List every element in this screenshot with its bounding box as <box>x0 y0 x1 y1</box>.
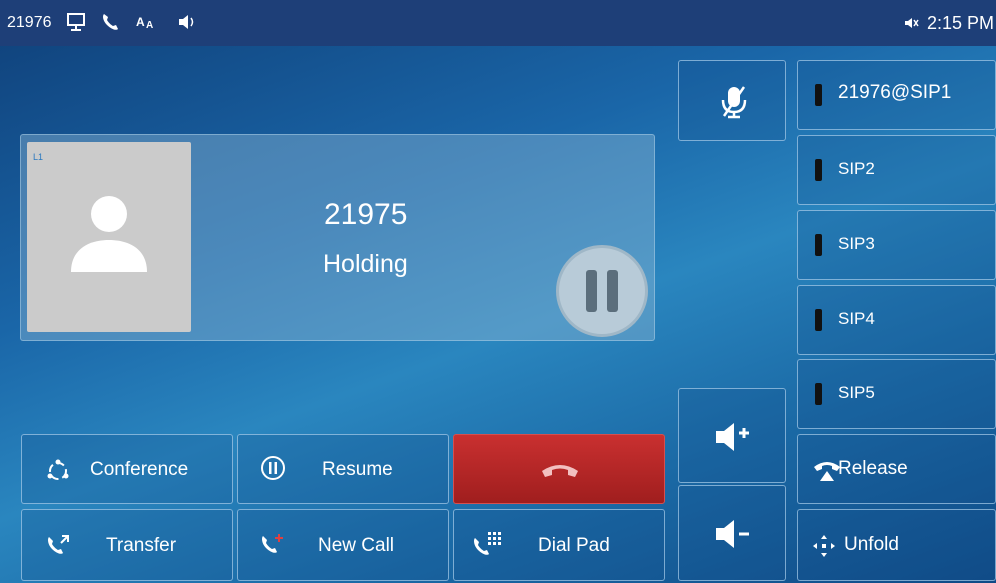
unfold-label: Unfold <box>844 534 899 555</box>
caller-card: L1 21975 Holding <box>20 134 655 341</box>
end-call-button[interactable] <box>453 434 665 504</box>
transfer-button[interactable]: Transfer <box>21 509 233 581</box>
monitor-icon <box>67 13 85 31</box>
extension-label: 21976 <box>7 14 52 31</box>
resume-label: Resume <box>322 459 393 480</box>
hold-button[interactable] <box>556 245 648 337</box>
dial-pad-button[interactable]: Dial Pad <box>453 509 665 581</box>
avatar: L1 <box>27 142 191 332</box>
volume-up-icon <box>716 423 749 451</box>
dial-pad-icon <box>474 532 501 555</box>
line-status-bar <box>815 84 822 106</box>
line-label: 21976@SIP1 <box>838 82 952 103</box>
line-button-sip3[interactable]: SIP3 <box>797 210 996 280</box>
move-icon <box>813 535 835 557</box>
conference-label: Conference <box>90 459 189 480</box>
line-status-bar <box>815 159 822 181</box>
clock: 2:15 PM <box>926 13 994 33</box>
volume-up-button[interactable] <box>678 388 786 483</box>
pause-icon <box>586 270 618 312</box>
speaker-icon <box>179 15 194 29</box>
line-label: SIP3 <box>838 234 875 253</box>
hang-up-icon <box>542 465 578 477</box>
mute-icon <box>905 18 919 28</box>
line-status-bar <box>815 383 822 405</box>
new-call-icon <box>262 534 283 553</box>
line-label: SIP5 <box>838 383 875 402</box>
phone-icon <box>103 14 118 30</box>
conference-button[interactable]: Conference <box>21 434 233 504</box>
line-label: SIP2 <box>838 159 875 178</box>
person-icon <box>71 196 147 272</box>
caller-number: 21975 <box>324 198 408 231</box>
line-status-bar <box>815 234 822 256</box>
release-button[interactable]: Release <box>797 434 996 504</box>
call-state: Holding <box>323 250 408 278</box>
new-call-button[interactable]: New Call <box>237 509 449 581</box>
transfer-icon <box>48 535 69 554</box>
mute-mic-button[interactable] <box>678 60 786 141</box>
line-button-sip4[interactable]: SIP4 <box>797 285 996 355</box>
resume-button[interactable]: Resume <box>237 434 449 504</box>
line-button-sip5[interactable]: SIP5 <box>797 359 996 429</box>
line-label: SIP4 <box>838 309 875 328</box>
pause-circle-icon <box>261 456 285 480</box>
svg-text:A: A <box>146 20 153 31</box>
line-button-sip2[interactable]: SIP2 <box>797 135 996 205</box>
transfer-label: Transfer <box>106 535 177 556</box>
line-button-sip1[interactable]: 21976@SIP1 <box>797 60 996 130</box>
line-status-bar <box>815 309 822 331</box>
release-label: Release <box>838 458 908 479</box>
new-call-label: New Call <box>318 535 395 556</box>
call-screen: 21976 A A 2:15 PM L1 21975 Holding 21976… <box>0 0 996 583</box>
conference-icon <box>47 459 69 480</box>
mic-off-icon <box>721 86 747 119</box>
text-size-icon: A A <box>136 15 153 31</box>
volume-down-button[interactable] <box>678 485 786 581</box>
svg-text:A: A <box>136 15 145 29</box>
line-tag: L1 <box>33 152 44 162</box>
status-bar: 21976 A A 2:15 PM <box>0 0 996 46</box>
dial-pad-label: Dial Pad <box>538 535 610 556</box>
volume-down-icon <box>716 520 749 548</box>
unfold-button[interactable]: Unfold <box>797 509 996 581</box>
